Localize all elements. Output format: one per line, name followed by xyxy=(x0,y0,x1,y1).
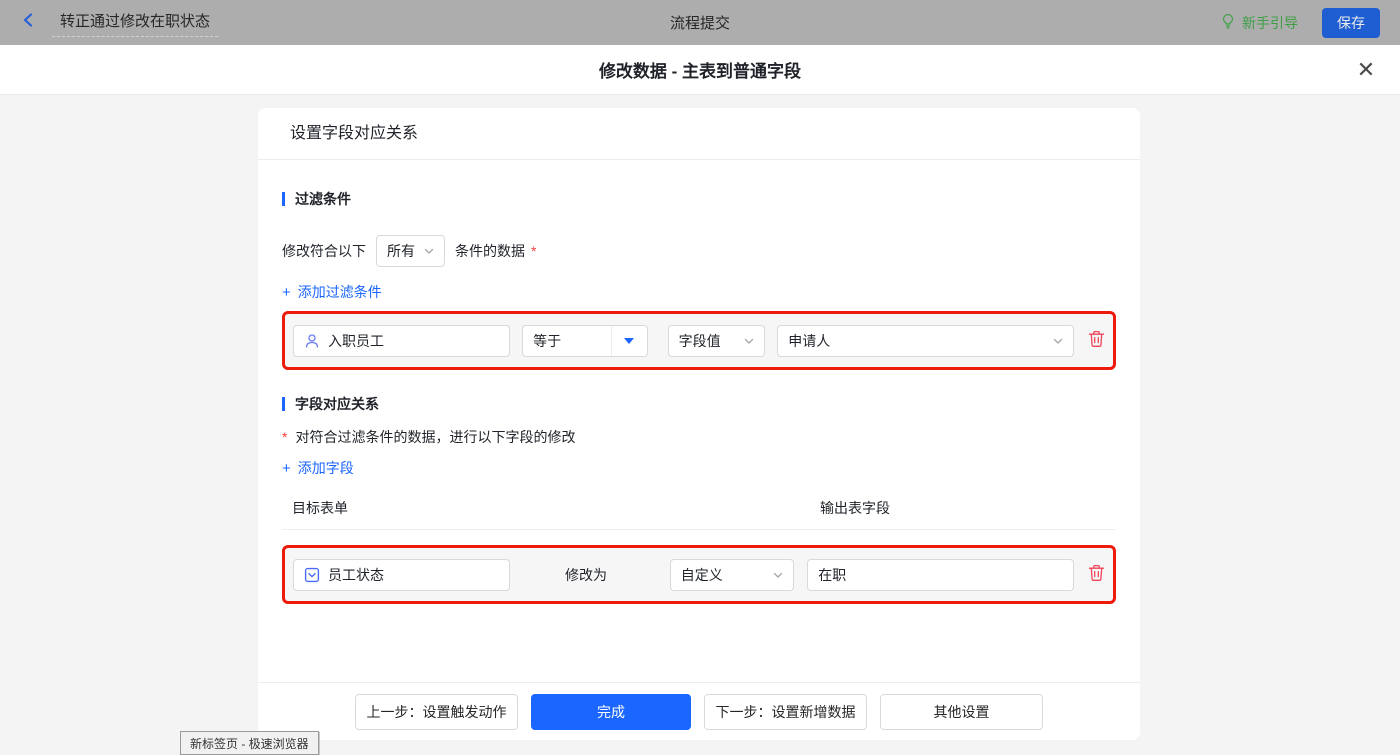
filter-section-title: 过滤条件 xyxy=(282,189,1116,209)
next-step-button[interactable]: 下一步：设置新增数据 xyxy=(704,693,867,730)
filter-field-input[interactable]: 入职员工 xyxy=(293,324,511,357)
mapping-row-highlighted: 员工状态 修改为 自定义 在职 xyxy=(282,545,1116,604)
filter-condition-row-highlighted: 入职员工 等于 字段值 申请人 xyxy=(282,311,1116,370)
other-settings-button[interactable]: 其他设置 xyxy=(880,693,1043,730)
target-field-input[interactable]: 员工状态 xyxy=(293,558,510,591)
process-submit-title: 流程提交 xyxy=(669,15,731,32)
mapping-column-headers: 目标表单 输出表字段 xyxy=(282,492,1116,530)
panel-body: 过滤条件 修改符合以下 所有 条件的数据 * + 添加过滤条件 入职员工 等于 … xyxy=(258,189,1140,604)
filter-value-type-select[interactable]: 字段值 xyxy=(667,324,766,357)
caret-down-icon xyxy=(624,337,635,344)
back-button[interactable] xyxy=(20,11,38,34)
filter-match-row: 修改符合以下 所有 条件的数据 * xyxy=(282,235,1116,267)
trash-icon xyxy=(1088,564,1105,585)
custom-value-input[interactable]: 在职 xyxy=(807,558,1074,591)
add-field-link[interactable]: + 添加字段 xyxy=(282,458,354,478)
settings-panel: 设置字段对应关系 过滤条件 修改符合以下 所有 条件的数据 * + 添加过滤条件 xyxy=(258,108,1140,740)
prev-step-button[interactable]: 上一步：设置触发动作 xyxy=(355,693,518,730)
mapping-description: 对符合过滤条件的数据，进行以下字段的修改 xyxy=(295,429,576,445)
back-chevron-icon xyxy=(20,11,38,34)
plus-icon: + xyxy=(282,283,291,301)
workflow-title[interactable]: 转正通过修改在职状态 xyxy=(52,8,219,37)
trash-icon xyxy=(1088,330,1105,351)
chevron-down-icon xyxy=(423,245,435,257)
lightbulb-icon xyxy=(1220,13,1236,32)
chevron-down-icon xyxy=(743,335,755,347)
filter-value-select[interactable]: 申请人 xyxy=(777,324,1074,357)
target-form-column-header: 目标表单 xyxy=(292,500,348,516)
panel-header-title: 设置字段对应关系 xyxy=(258,108,1140,160)
member-field-icon xyxy=(304,333,320,349)
match-prefix-label: 修改符合以下 xyxy=(282,243,366,259)
plus-icon: + xyxy=(282,459,291,477)
top-bar: 转正通过修改在职状态 流程提交 新手引导 保存 xyxy=(0,0,1400,45)
mapping-description-row: * 对符合过滤条件的数据，进行以下字段的修改 xyxy=(282,427,1116,447)
match-suffix-label: 条件的数据 xyxy=(455,243,525,259)
topbar-right: 新手引导 保存 xyxy=(1220,7,1380,38)
add-filter-condition-link[interactable]: + 添加过滤条件 xyxy=(282,282,382,302)
delete-mapping-row-button[interactable] xyxy=(1088,564,1105,585)
panel-footer: 上一步：设置触发动作 完成 下一步：设置新增数据 其他设置 xyxy=(258,682,1140,740)
modal-title: 修改数据 - 主表到普通字段 xyxy=(598,62,802,81)
beginner-guide-button[interactable]: 新手引导 xyxy=(1220,13,1298,33)
done-button[interactable]: 完成 xyxy=(531,693,691,730)
save-button[interactable]: 保存 xyxy=(1322,7,1380,38)
chevron-down-icon xyxy=(772,569,784,581)
required-asterisk: * xyxy=(282,429,288,445)
browser-status-tooltip: 新标签页 - 极速浏览器 xyxy=(180,731,319,755)
output-field-column-header: 输出表字段 xyxy=(820,500,890,516)
operator-caret-button[interactable] xyxy=(610,325,647,356)
delete-filter-row-button[interactable] xyxy=(1088,330,1105,351)
section-accent-bar xyxy=(282,397,285,411)
mapping-section-title: 字段对应关系 xyxy=(282,394,1116,414)
match-scope-select[interactable]: 所有 xyxy=(376,235,445,267)
required-asterisk: * xyxy=(531,243,537,259)
section-accent-bar xyxy=(282,192,285,206)
modal-header: 修改数据 - 主表到普通字段 ✕ xyxy=(0,45,1400,95)
close-icon[interactable]: ✕ xyxy=(1354,58,1378,82)
filter-operator-select[interactable]: 等于 xyxy=(522,324,648,357)
select-field-icon xyxy=(304,567,320,583)
modify-to-label: 修改为 xyxy=(565,566,607,583)
guide-label: 新手引导 xyxy=(1242,14,1298,31)
chevron-down-icon xyxy=(1052,335,1064,347)
modify-mode-select[interactable]: 自定义 xyxy=(669,558,795,591)
